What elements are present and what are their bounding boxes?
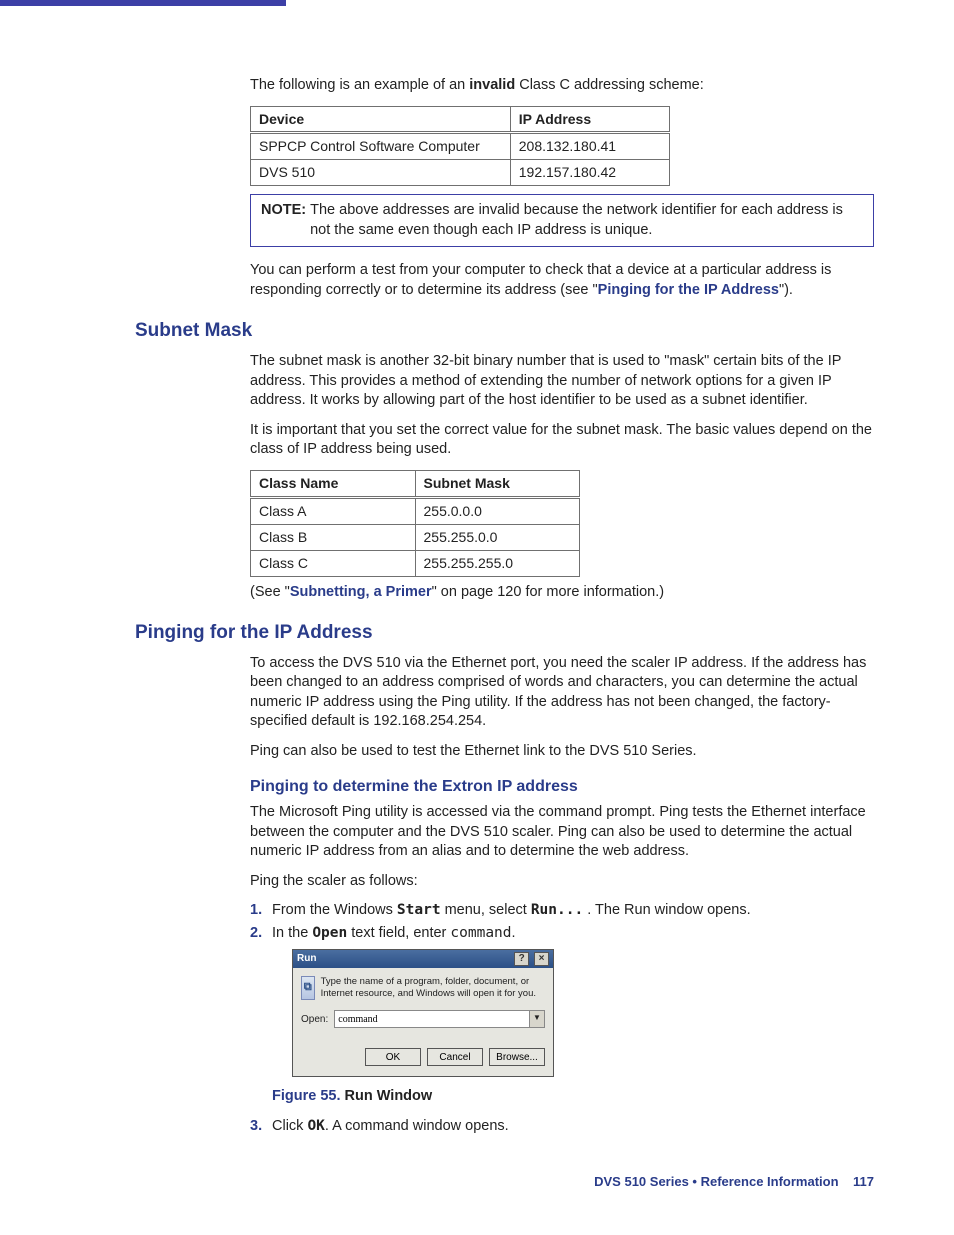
- ok-button[interactable]: OK: [365, 1048, 421, 1066]
- cancel-button[interactable]: Cancel: [427, 1048, 483, 1066]
- text: Class C addressing scheme:: [515, 77, 704, 93]
- close-button-icon[interactable]: ×: [534, 952, 549, 966]
- text: Ping can also be used to test the Ethern…: [250, 742, 874, 762]
- invalid-address-table: Device IP Address SPPCP Control Software…: [250, 106, 670, 187]
- footer-text: DVS 510 Series • Reference Information: [594, 1174, 838, 1189]
- text: In the: [272, 925, 312, 941]
- step-3: 3. Click OK. A command window opens.: [250, 1117, 874, 1137]
- text-mono: Run...: [531, 902, 583, 918]
- see-subnetting: (See "Subnetting, a Primer" on page 120 …: [250, 583, 874, 603]
- text: It is important that you set the correct…: [250, 421, 874, 460]
- para-test: You can perform a test from your compute…: [250, 261, 874, 300]
- cell: DVS 510: [251, 160, 511, 186]
- cell: 255.255.255.0: [415, 550, 580, 576]
- open-label: Open:: [301, 1013, 328, 1027]
- step-number: 1.: [250, 901, 262, 921]
- col-class: Class Name: [251, 470, 416, 497]
- col-mask: Subnet Mask: [415, 470, 580, 497]
- heading-subnet-mask: Subnet Mask: [135, 318, 874, 344]
- run-titlebar: Run ? ×: [293, 950, 553, 968]
- cell: 255.255.0.0: [415, 524, 580, 550]
- text: The Microsoft Ping utility is accessed v…: [250, 803, 874, 862]
- page-body: The following is an example of an invali…: [0, 76, 954, 1230]
- decorative-top-bar: [0, 0, 286, 6]
- text: From the Windows: [272, 902, 397, 918]
- subnet-mask-table: Class Name Subnet Mask Class A255.0.0.0 …: [250, 470, 580, 577]
- link-pinging[interactable]: Pinging for the IP Address: [598, 282, 779, 298]
- heading-pinging: Pinging for the IP Address: [135, 620, 874, 646]
- section-pinging: To access the DVS 510 via the Ethernet p…: [250, 654, 874, 1137]
- note-text: The above addresses are invalid because …: [310, 201, 863, 240]
- text: .: [512, 925, 516, 941]
- text-mono: Open: [312, 925, 347, 941]
- link-subnetting-primer[interactable]: Subnetting, a Primer: [290, 584, 432, 600]
- cell: 255.0.0.0: [415, 497, 580, 524]
- cell: Class B: [251, 524, 416, 550]
- dropdown-arrow-icon[interactable]: ▼: [529, 1011, 544, 1027]
- text-mono: command: [450, 925, 511, 941]
- text: The subnet mask is another 32-bit binary…: [250, 352, 874, 411]
- col-ip: IP Address: [510, 106, 669, 133]
- text: Ping the scaler as follows:: [250, 872, 874, 892]
- text: To access the DVS 510 via the Ethernet p…: [250, 654, 874, 732]
- run-icon: ⧉: [301, 976, 315, 1000]
- section-subnet: The subnet mask is another 32-bit binary…: [250, 352, 874, 602]
- section-invalid-example: The following is an example of an invali…: [250, 76, 874, 300]
- text: " on page 120 for more information.): [432, 584, 664, 600]
- heading-pinging-determine: Pinging to determine the Extron IP addre…: [250, 776, 874, 798]
- text-mono: Start: [397, 902, 441, 918]
- step-1: 1. From the Windows Start menu, select R…: [250, 901, 874, 921]
- text: ").: [779, 282, 793, 298]
- figure-number: Figure 55.: [272, 1088, 341, 1104]
- figure-title: Run Window: [341, 1088, 433, 1104]
- intro-line: The following is an example of an invali…: [250, 76, 874, 96]
- step-2: 2. In the Open text field, enter command…: [250, 924, 874, 1107]
- steps-list: 1. From the Windows Start menu, select R…: [250, 901, 874, 1136]
- run-message: Type the name of a program, folder, docu…: [321, 976, 545, 1000]
- text: . The Run window opens.: [583, 902, 750, 918]
- open-combobox[interactable]: ▼: [334, 1010, 545, 1028]
- open-input[interactable]: [335, 1011, 529, 1027]
- step-number: 2.: [250, 924, 262, 944]
- text: The following is an example of an: [250, 77, 469, 93]
- cell: 192.157.180.42: [510, 160, 669, 186]
- text: . A command window opens.: [325, 1118, 509, 1134]
- text: text field, enter: [347, 925, 450, 941]
- run-title-text: Run: [297, 952, 316, 966]
- note-box: NOTE: The above addresses are invalid be…: [250, 194, 874, 247]
- cell: Class A: [251, 497, 416, 524]
- run-dialog: Run ? × ⧉ Type the name of a program, fo…: [292, 949, 554, 1077]
- step-number: 3.: [250, 1117, 262, 1137]
- cell: 208.132.180.41: [510, 133, 669, 160]
- help-button-icon[interactable]: ?: [514, 952, 529, 966]
- text: menu, select: [441, 902, 531, 918]
- cell: Class C: [251, 550, 416, 576]
- figure-caption: Figure 55. Run Window: [272, 1087, 874, 1107]
- text: (See ": [250, 584, 290, 600]
- note-label: NOTE:: [261, 202, 306, 218]
- page-number: 117: [853, 1174, 874, 1189]
- browse-button[interactable]: Browse...: [489, 1048, 545, 1066]
- text-mono: OK: [307, 1118, 324, 1134]
- text-bold: invalid: [469, 77, 515, 93]
- text: Click: [272, 1118, 307, 1134]
- page-footer: DVS 510 Series • Reference Information 1…: [135, 1173, 874, 1191]
- cell: SPPCP Control Software Computer: [251, 133, 511, 160]
- col-device: Device: [251, 106, 511, 133]
